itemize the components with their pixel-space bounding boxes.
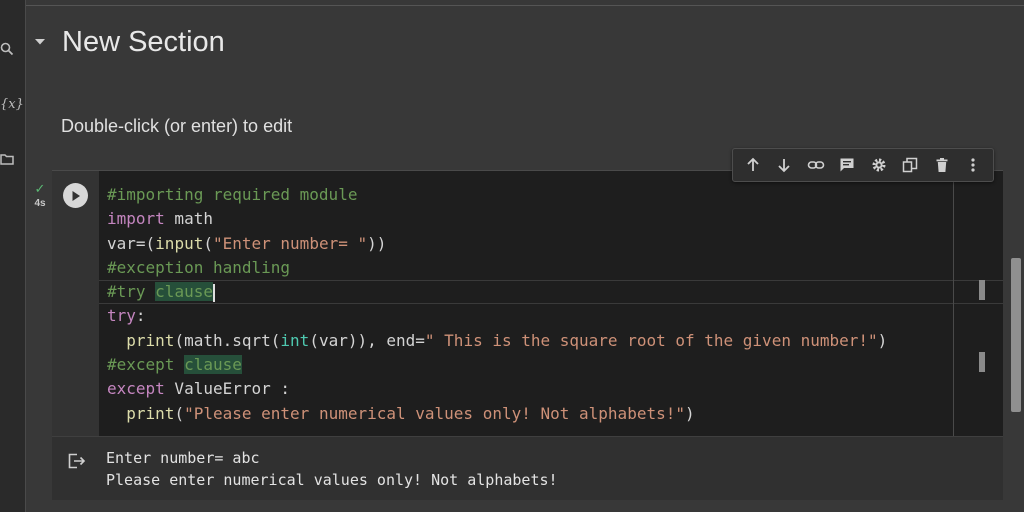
page-scrollbar[interactable] [1011, 258, 1021, 412]
cell-output: Enter number= abc Please enter numerical … [52, 436, 1003, 500]
mirror-cell-icon[interactable] [898, 153, 922, 177]
left-rail: {x} [0, 0, 26, 512]
scroll-marker [979, 280, 985, 300]
code-token: math [164, 209, 213, 229]
code-token: print [126, 403, 175, 423]
code-token: #except [107, 355, 185, 375]
code-token: var=( [107, 233, 156, 253]
code-token: ( [174, 403, 185, 423]
menu-icon[interactable] [0, 0, 16, 12]
section-header: New Section [30, 22, 225, 62]
code-line: #except clause [107, 353, 887, 377]
code-line: #try clause [107, 280, 887, 304]
code-line: var=(input("Enter number= ")) [107, 232, 887, 256]
folder-icon[interactable] [0, 152, 16, 172]
settings-gear-icon[interactable] [867, 153, 891, 177]
code-editor[interactable]: #importing required module import math var… [99, 171, 1003, 436]
code-token: : [135, 306, 146, 326]
output-text: Enter number= abc Please enter numerical … [106, 447, 558, 491]
link-icon[interactable] [804, 153, 828, 177]
output-line: Please enter numerical values only! Not … [106, 471, 558, 489]
code-cell: #importing required module import math var… [52, 170, 1003, 436]
move-up-icon[interactable] [741, 153, 765, 177]
collapse-caret-icon[interactable] [30, 32, 50, 52]
output-options-icon[interactable] [66, 450, 88, 472]
execution-time: 4s [34, 198, 46, 209]
code-token: clause [155, 282, 213, 302]
code-line: try: [107, 304, 887, 328]
scroll-marker [979, 352, 985, 372]
code-token: print [126, 330, 175, 350]
search-icon[interactable] [0, 42, 16, 62]
execution-status: ✓ 4s [30, 181, 50, 209]
output-line: Enter number= abc [106, 449, 260, 467]
code-token: #importing required module [107, 185, 358, 204]
code-token: )) [367, 233, 387, 253]
section-title: New Section [62, 25, 225, 58]
column-ruler [953, 171, 954, 436]
code-line: #exception handling [107, 256, 887, 280]
code-line: print("Please enter numerical values onl… [107, 402, 887, 426]
cell-gutter [52, 171, 99, 436]
code-token: ) [684, 403, 695, 423]
code-token: (math.sqrt( [174, 330, 281, 350]
code-line: print(math.sqrt(int(var)), end=" This is… [107, 329, 887, 353]
code-token: ) [877, 330, 888, 350]
code-token: (var)), end= [309, 330, 425, 350]
code-token: #exception handling [107, 257, 291, 277]
code-token: ValueError : [164, 379, 291, 399]
code-token: import [107, 209, 165, 229]
code-token: except [107, 379, 165, 399]
code-line: except ValueError : [107, 377, 887, 401]
code-token: "Enter number= " [212, 233, 368, 253]
code-token: clause [184, 355, 242, 375]
move-down-icon[interactable] [772, 153, 796, 177]
run-cell-button[interactable] [63, 183, 88, 208]
delete-icon[interactable] [930, 153, 954, 177]
comment-icon[interactable] [835, 153, 859, 177]
code-token: int [280, 330, 310, 350]
code-lines: #importing required module import math var… [107, 183, 887, 426]
code-line: #importing required module [107, 183, 887, 207]
top-divider [26, 0, 1024, 6]
play-icon [72, 190, 80, 201]
more-options-icon[interactable] [961, 153, 985, 177]
code-token: ( [203, 233, 213, 253]
code-token: "Please enter numerical values only! Not… [184, 403, 685, 423]
success-check-icon: ✓ [34, 181, 46, 196]
code-line: import math [107, 207, 887, 231]
text-cursor [212, 283, 215, 302]
code-token: " This is the square root of the given n… [424, 330, 878, 350]
code-token: input [155, 233, 204, 253]
text-cell[interactable]: Double-click (or enter) to edit [61, 116, 292, 137]
cell-toolbar [732, 148, 994, 182]
variables-icon[interactable]: {x} [0, 95, 24, 115]
code-token: try [107, 306, 136, 326]
code-token: #try [107, 282, 156, 302]
